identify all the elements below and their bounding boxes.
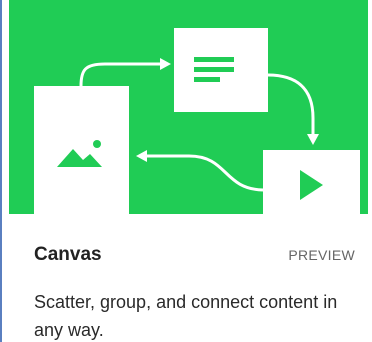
card-hero-illustration xyxy=(9,0,368,214)
play-icon xyxy=(263,150,360,214)
card-left-border xyxy=(0,0,2,342)
canvas-card[interactable]: Canvas PREVIEW Scatter, group, and conne… xyxy=(0,0,372,342)
image-icon xyxy=(34,86,129,214)
text-lines-icon xyxy=(174,28,268,112)
preview-badge: PREVIEW xyxy=(288,247,355,263)
card-description: Scatter, group, and connect content in a… xyxy=(34,292,338,340)
card-title: Canvas xyxy=(34,244,102,265)
